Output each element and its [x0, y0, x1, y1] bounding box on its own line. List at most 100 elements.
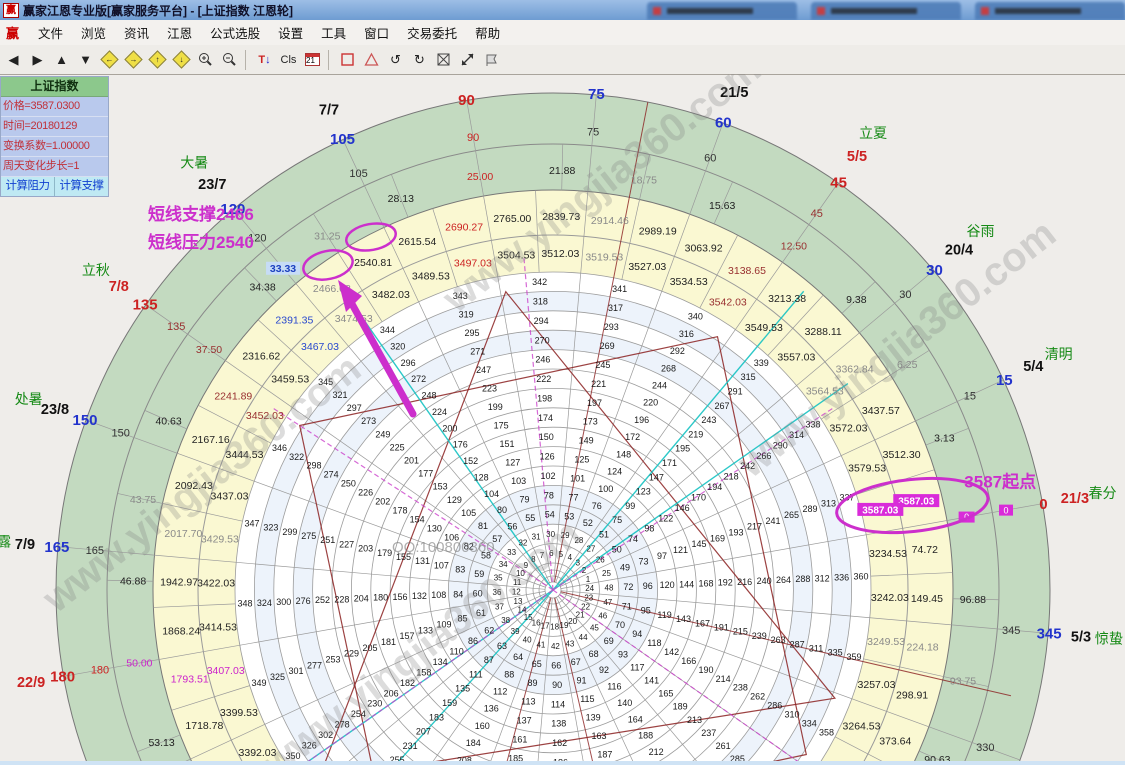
- panel-button-1[interactable]: 计算支撑: [55, 177, 108, 196]
- background-tab[interactable]: [647, 2, 797, 20]
- svg-text:3587.03: 3587.03: [862, 505, 899, 516]
- panel-button-0[interactable]: 计算阻力: [1, 177, 55, 196]
- menu-item-6[interactable]: 工具: [312, 20, 355, 45]
- svg-text:102: 102: [540, 471, 555, 481]
- diamond-right[interactable]: →: [123, 48, 144, 71]
- svg-text:15: 15: [996, 372, 1013, 389]
- menu-item-0[interactable]: 文件: [29, 20, 72, 45]
- svg-text:63: 63: [497, 641, 507, 651]
- svg-text:23/8: 23/8: [41, 402, 69, 418]
- calendar-icon[interactable]: 21: [302, 48, 323, 71]
- peak-up-tool[interactable]: ▲: [51, 48, 72, 71]
- svg-text:340: 340: [688, 312, 703, 322]
- zoom-out-icon[interactable]: [219, 48, 240, 71]
- svg-text:46.88: 46.88: [120, 576, 146, 588]
- svg-text:215: 215: [733, 627, 748, 637]
- menu-item-1[interactable]: 浏览: [72, 20, 115, 45]
- svg-text:316: 316: [679, 329, 694, 339]
- svg-text:315: 315: [741, 372, 756, 382]
- svg-text:90: 90: [467, 132, 479, 144]
- svg-text:立秋: 立秋: [82, 262, 110, 278]
- svg-text:231: 231: [403, 741, 418, 751]
- svg-text:188: 188: [638, 731, 653, 741]
- svg-text:190: 190: [698, 665, 713, 675]
- svg-text:3213.38: 3213.38: [768, 293, 806, 305]
- svg-text:60: 60: [704, 153, 716, 165]
- svg-text:196: 196: [634, 415, 649, 425]
- diamond-left[interactable]: ←: [99, 48, 120, 71]
- svg-text:171: 171: [662, 458, 677, 468]
- menu-item-7[interactable]: 窗口: [355, 20, 398, 45]
- menu-item-2[interactable]: 资讯: [115, 20, 158, 45]
- svg-text:146: 146: [675, 503, 690, 513]
- svg-text:3437.57: 3437.57: [862, 405, 900, 417]
- peak-down-tool[interactable]: ▼: [75, 48, 96, 71]
- svg-text:1942.97: 1942.97: [160, 577, 198, 589]
- svg-text:2391.35: 2391.35: [275, 315, 313, 327]
- svg-text:250: 250: [341, 479, 356, 489]
- axis-tool[interactable]: T↓: [254, 48, 275, 71]
- menu-item-4[interactable]: 公式选股: [201, 20, 269, 45]
- svg-text:349: 349: [251, 678, 266, 688]
- rotate-cw-icon[interactable]: ↻: [409, 48, 430, 71]
- svg-text:325: 325: [270, 672, 285, 682]
- svg-text:189: 189: [673, 702, 688, 712]
- svg-text:2316.62: 2316.62: [242, 351, 280, 363]
- svg-text:267: 267: [714, 401, 729, 411]
- svg-text:124: 124: [607, 467, 622, 477]
- svg-text:165: 165: [658, 689, 673, 699]
- svg-text:141: 141: [644, 676, 659, 686]
- svg-text:191: 191: [714, 623, 729, 633]
- svg-text:187: 187: [597, 750, 612, 760]
- flag-tool[interactable]: [481, 48, 502, 71]
- svg-text:9.38: 9.38: [846, 294, 867, 306]
- back-arrow[interactable]: ◀: [3, 48, 24, 71]
- svg-text:7/8: 7/8: [109, 279, 129, 295]
- gann-wheel-svg[interactable]: 1234567891011121314151617181920212223242…: [0, 74, 1125, 765]
- svg-text:178: 178: [392, 506, 407, 516]
- gann-wheel-chart[interactable]: 1234567891011121314151617181920212223242…: [0, 74, 1125, 765]
- menu-item-8[interactable]: 交易委托: [398, 20, 466, 45]
- svg-text:94: 94: [632, 629, 642, 639]
- svg-text:68: 68: [589, 649, 599, 659]
- svg-text:23: 23: [584, 594, 593, 603]
- index-info-panel: 上证指数 价格=3587.0300时间=20180129变换系数=1.00000…: [0, 76, 109, 197]
- svg-text:214: 214: [716, 674, 731, 684]
- svg-text:3519.53: 3519.53: [585, 252, 623, 264]
- svg-text:37.50: 37.50: [196, 344, 222, 356]
- menu-item-3[interactable]: 江恩: [158, 20, 201, 45]
- square-tool[interactable]: [337, 48, 358, 71]
- box-select-tool[interactable]: [433, 48, 454, 71]
- svg-text:132: 132: [412, 591, 427, 601]
- triangle-tool[interactable]: [361, 48, 382, 71]
- diamond-up[interactable]: ↑: [147, 48, 168, 71]
- menu-item-5[interactable]: 设置: [269, 20, 312, 45]
- svg-text:140: 140: [617, 698, 632, 708]
- zoom-in-icon[interactable]: [195, 48, 216, 71]
- svg-text:50: 50: [612, 545, 622, 555]
- menu-item-9[interactable]: 帮助: [466, 20, 509, 45]
- background-tab[interactable]: [975, 2, 1125, 20]
- svg-text:153: 153: [433, 482, 448, 492]
- diamond-down[interactable]: ↓: [171, 48, 192, 71]
- svg-text:90: 90: [552, 680, 562, 690]
- svg-text:短线压力2540: 短线压力2540: [148, 232, 254, 252]
- move-tool[interactable]: [457, 48, 478, 71]
- svg-text:137: 137: [517, 716, 532, 726]
- rotate-ccw-icon[interactable]: ↺: [385, 48, 406, 71]
- forward-arrow[interactable]: ▶: [27, 48, 48, 71]
- svg-text:87: 87: [484, 655, 494, 665]
- cls-button[interactable]: Cls: [278, 48, 299, 71]
- svg-text:310: 310: [784, 710, 799, 720]
- svg-text:95: 95: [641, 606, 651, 616]
- svg-text:38: 38: [501, 616, 510, 625]
- background-tab[interactable]: [811, 2, 961, 20]
- background-browser-tabs[interactable]: [633, 0, 1125, 20]
- svg-text:128: 128: [474, 472, 489, 482]
- svg-text:5/4: 5/4: [1023, 359, 1043, 375]
- svg-text:5/3: 5/3: [1071, 629, 1091, 645]
- svg-text:67: 67: [571, 657, 581, 667]
- svg-text:大暑: 大暑: [180, 154, 208, 170]
- svg-text:0: 0: [1039, 496, 1047, 513]
- svg-text:335: 335: [828, 648, 843, 658]
